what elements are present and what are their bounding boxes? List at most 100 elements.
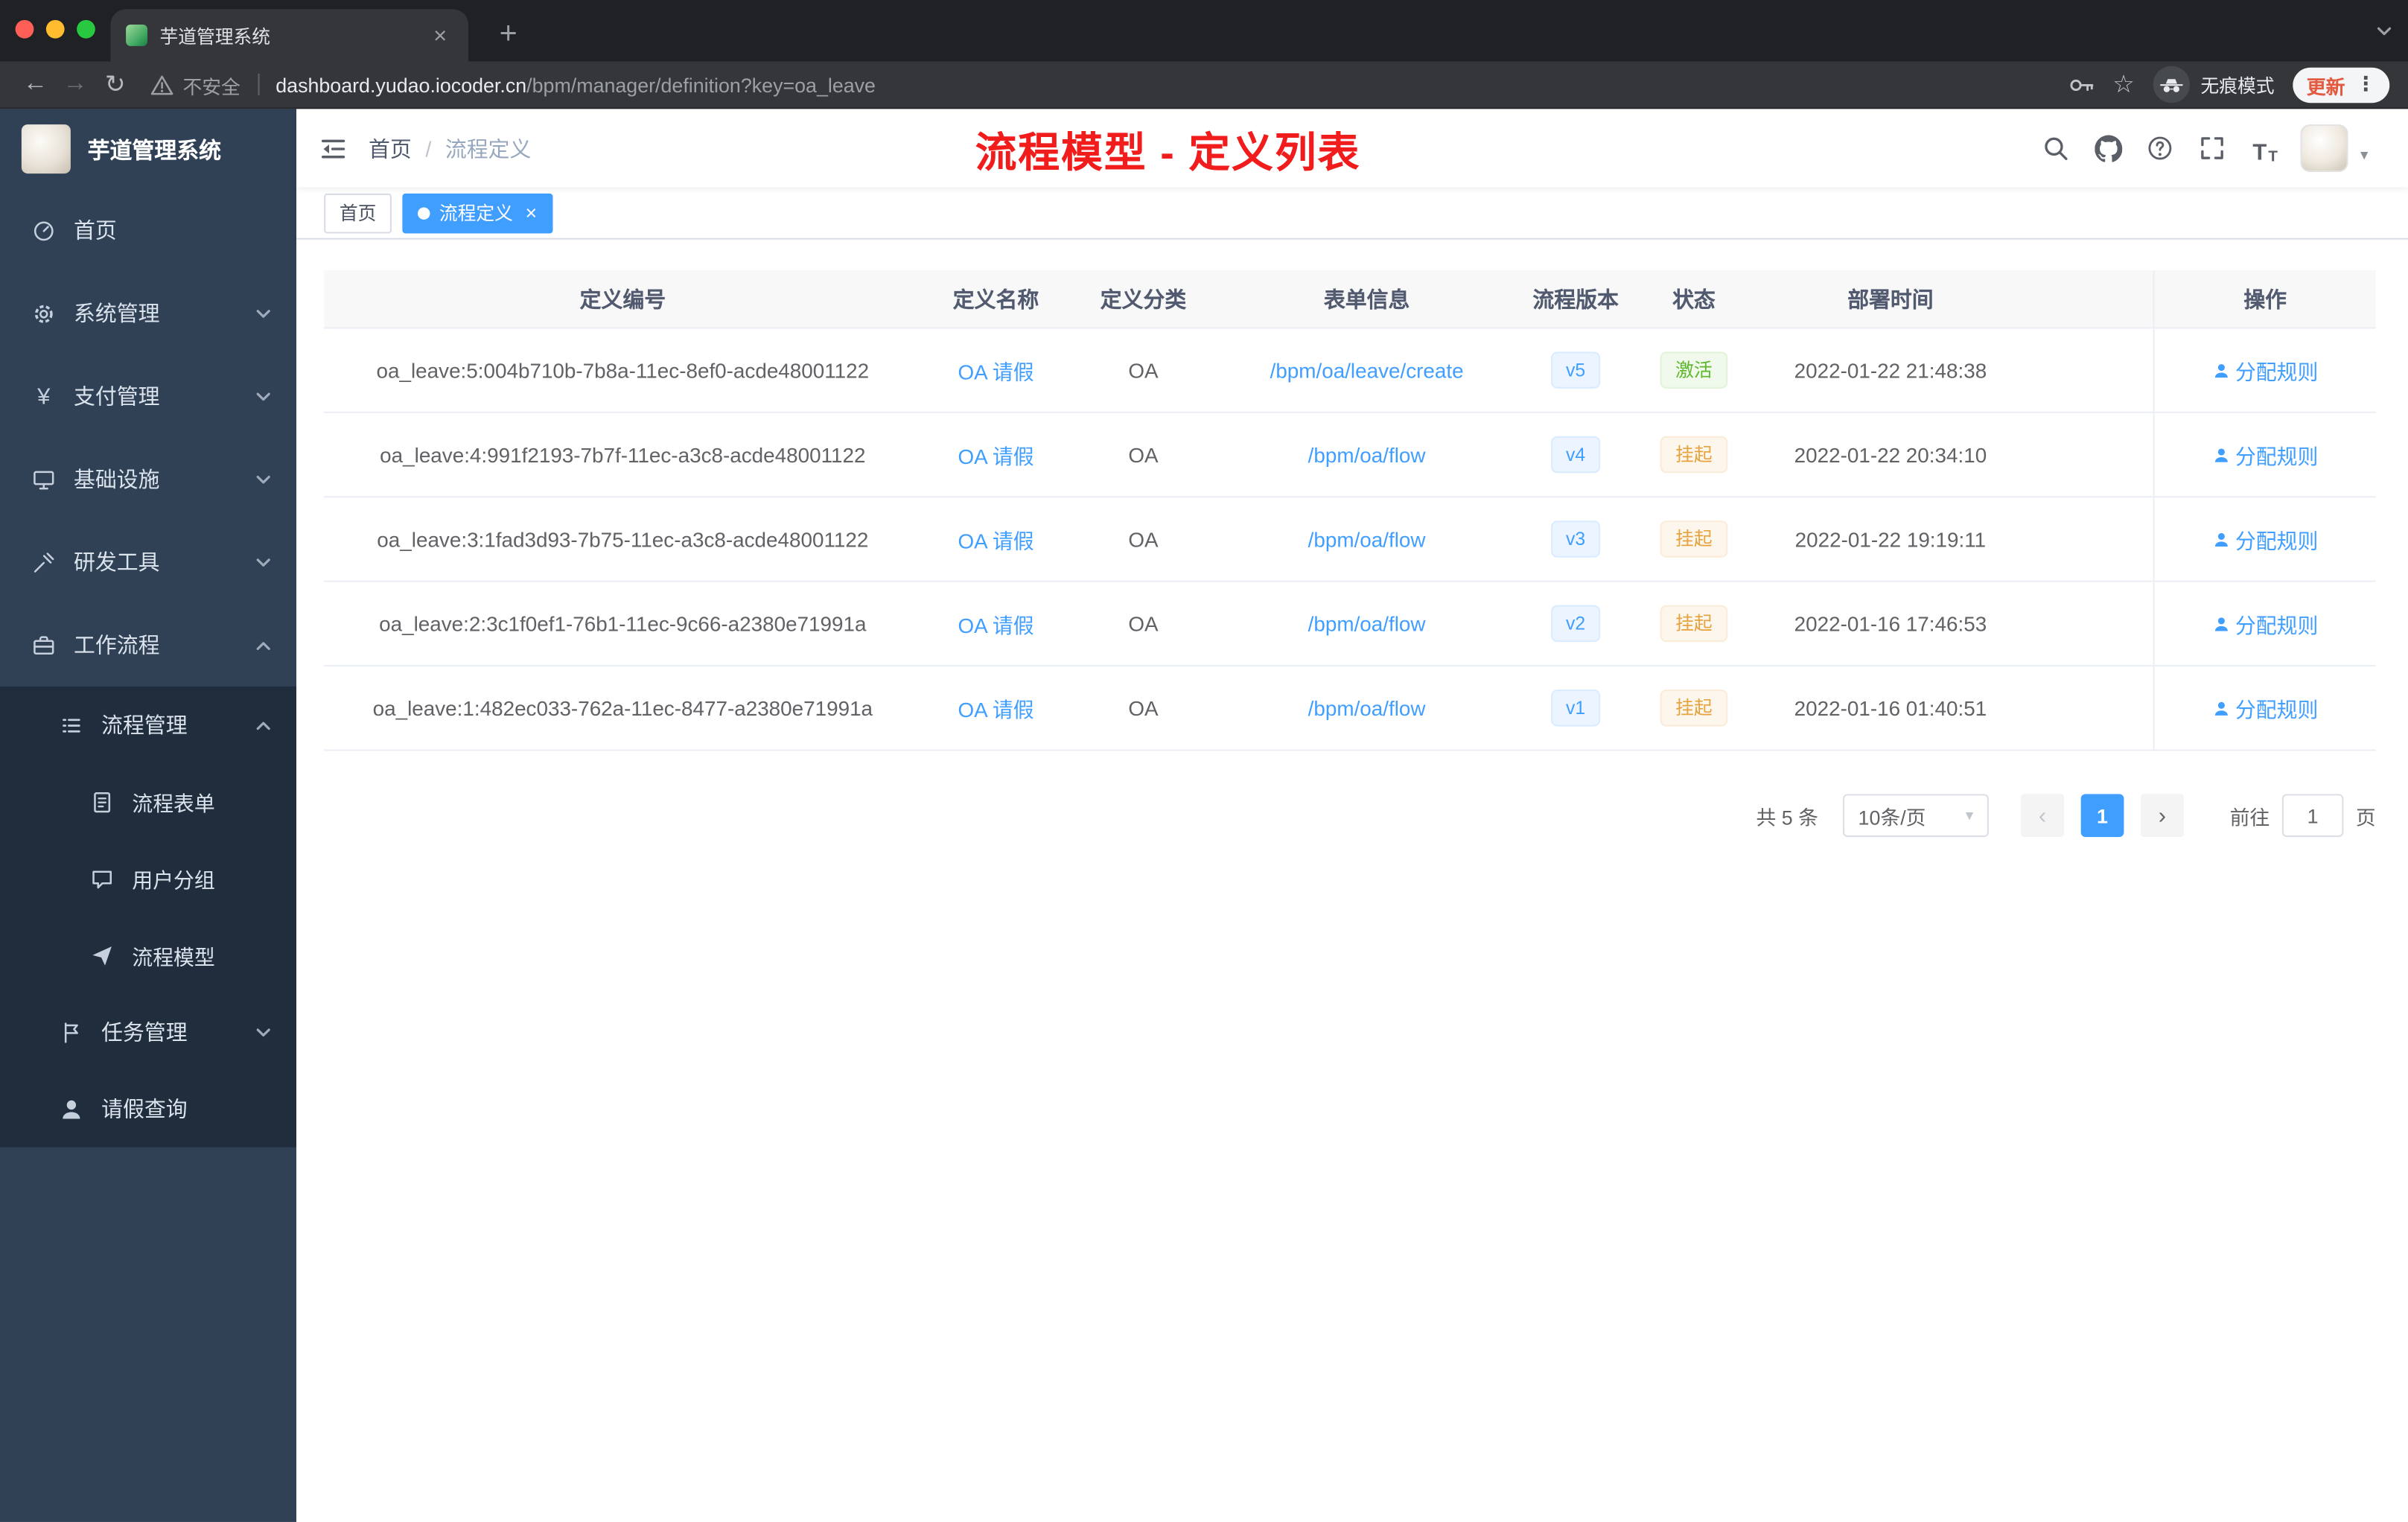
forward-button[interactable]: → bbox=[55, 66, 95, 104]
definition-name-link[interactable]: OA 请假 bbox=[958, 692, 1033, 723]
sidebar: 芋道管理系统 首页 系统管理 ¥ 支付管理 基础设施 研发工具 工作流程 流程管… bbox=[0, 109, 297, 1522]
address-toolbar: ← → ↻ 不安全 dashboard.yudao.iocoder.cn/bpm… bbox=[0, 61, 2408, 109]
col-deploy-time: 部署时间 bbox=[1847, 286, 1934, 311]
reload-button[interactable]: ↻ bbox=[95, 66, 136, 104]
assign-rule-link[interactable]: 分配规则 bbox=[2212, 354, 2318, 385]
chevron-down-icon bbox=[255, 471, 272, 488]
sidebar-item-task-management[interactable]: 任务管理 bbox=[0, 993, 296, 1070]
col-form-info: 表单信息 bbox=[1323, 286, 1410, 311]
definition-id-cell: oa_leave:2:3c1f0ef1-76b1-11ec-9c66-a2380… bbox=[379, 611, 867, 635]
form-link[interactable]: /bpm/oa/leave/create bbox=[1270, 359, 1464, 382]
help-icon[interactable] bbox=[2144, 131, 2177, 165]
incognito-icon bbox=[2153, 66, 2191, 104]
security-label[interactable]: 不安全 bbox=[182, 70, 240, 99]
close-window-button[interactable] bbox=[15, 19, 34, 39]
status-cell: 挂起 bbox=[1634, 413, 1754, 496]
assign-rule-link[interactable]: 分配规则 bbox=[2212, 523, 2318, 554]
sidebar-item-process-form[interactable]: 流程表单 bbox=[0, 763, 296, 840]
sidebar-submenu-workflow: 流程管理 流程表单 用户分组 流程模型 任务管理 请假查询 bbox=[0, 686, 297, 1147]
tab-close-icon[interactable]: × bbox=[427, 21, 453, 50]
sidebar-item-process-management[interactable]: 流程管理 bbox=[0, 687, 296, 763]
zoom-window-button[interactable] bbox=[77, 19, 95, 39]
site-favicon-icon bbox=[126, 25, 147, 46]
assign-rule-link[interactable]: 分配规则 bbox=[2212, 608, 2318, 639]
form-link[interactable]: /bpm/oa/flow bbox=[1308, 696, 1426, 719]
next-page-button[interactable]: › bbox=[2141, 794, 2184, 838]
table-row: oa_leave:5:004b710b-7b8a-11ec-8ef0-acde4… bbox=[324, 328, 2376, 413]
navbar-actions: TT ▾ bbox=[2039, 124, 2408, 172]
current-page-button[interactable]: 1 bbox=[2080, 794, 2124, 838]
browser-tab[interactable]: 芋道管理系统 × bbox=[110, 9, 469, 62]
col-filler bbox=[2028, 270, 2153, 327]
tag-close-icon[interactable]: × bbox=[525, 203, 537, 223]
tag-home[interactable]: 首页 bbox=[324, 192, 392, 233]
definition-id-cell: oa_leave:4:991f2193-7b7f-11ec-a3c8-acde4… bbox=[380, 443, 866, 466]
app-logo-image bbox=[21, 124, 71, 174]
definition-name-link[interactable]: OA 请假 bbox=[958, 354, 1033, 385]
status-badge: 挂起 bbox=[1660, 436, 1728, 474]
sidebar-item-process-model[interactable]: 流程模型 bbox=[0, 917, 296, 993]
form-link[interactable]: /bpm/oa/flow bbox=[1308, 527, 1426, 550]
page-size-select[interactable]: 10条/页 ▾ bbox=[1842, 794, 1989, 838]
sidebar-item-infrastructure[interactable]: 基础设施 bbox=[0, 438, 296, 520]
macos-traffic-lights bbox=[15, 19, 95, 39]
url-path: /bpm/manager/definition?key=oa_leave bbox=[526, 72, 876, 96]
definition-name-link[interactable]: OA 请假 bbox=[958, 608, 1033, 639]
app-title: 芋道管理系统 bbox=[87, 138, 221, 164]
sidebar-item-devtools[interactable]: 研发工具 bbox=[0, 520, 296, 603]
table-row: oa_leave:3:1fad3d93-7b75-11ec-a3c8-acde4… bbox=[324, 497, 2376, 582]
sidebar-item-system[interactable]: 系统管理 bbox=[0, 272, 296, 354]
assign-rule-link[interactable]: 分配规则 bbox=[2212, 692, 2318, 723]
github-icon[interactable] bbox=[2092, 131, 2125, 165]
page-url[interactable]: dashboard.yudao.iocoder.cn/bpm/manager/d… bbox=[275, 73, 876, 96]
actions-cell: 分配规则 bbox=[2153, 666, 2376, 750]
avatar-caret-icon[interactable]: ▾ bbox=[2360, 147, 2368, 165]
fullscreen-icon[interactable] bbox=[2196, 131, 2229, 165]
sidebar-logo[interactable]: 芋道管理系统 bbox=[0, 109, 296, 188]
version-cell: v5 bbox=[1517, 328, 1634, 411]
minimize-window-button[interactable] bbox=[45, 19, 65, 39]
breadcrumb: 首页 / 流程定义 bbox=[369, 133, 531, 163]
sidebar-item-home[interactable]: 首页 bbox=[0, 189, 296, 272]
search-icon[interactable] bbox=[2039, 131, 2073, 165]
form-link[interactable]: /bpm/oa/flow bbox=[1308, 612, 1426, 635]
sidebar-item-payment[interactable]: ¥ 支付管理 bbox=[0, 354, 296, 437]
status-cell: 激活 bbox=[1634, 328, 1754, 411]
browser-menu-icon[interactable]: ⋮ bbox=[2356, 72, 2376, 97]
tag-label: 首页 bbox=[339, 203, 377, 225]
definition-name-cell: OA 请假 bbox=[922, 413, 1071, 496]
definition-name-link[interactable]: OA 请假 bbox=[958, 439, 1033, 470]
form-link[interactable]: /bpm/oa/flow bbox=[1308, 443, 1426, 466]
status-badge: 激活 bbox=[1660, 351, 1728, 389]
user-avatar[interactable] bbox=[2300, 124, 2348, 172]
version-badge: v3 bbox=[1550, 520, 1601, 558]
back-button[interactable]: ← bbox=[16, 66, 56, 104]
tools-icon bbox=[31, 550, 57, 573]
form-info-cell: /bpm/oa/flow bbox=[1217, 413, 1517, 496]
address-bar[interactable]: 不安全 dashboard.yudao.iocoder.cn/bpm/manag… bbox=[150, 70, 876, 99]
tab-overflow-chevron-icon[interactable] bbox=[2376, 23, 2393, 40]
chrome-update-button[interactable]: 更新 ⋮ bbox=[2293, 66, 2390, 103]
assign-rule-link[interactable]: 分配规则 bbox=[2212, 439, 2318, 470]
font-size-icon[interactable]: TT bbox=[2248, 131, 2281, 165]
key-icon[interactable] bbox=[2068, 71, 2094, 98]
definition-name-link[interactable]: OA 请假 bbox=[958, 523, 1033, 554]
form-info-cell: /bpm/oa/flow bbox=[1217, 582, 1517, 665]
bookmark-star-icon[interactable]: ☆ bbox=[2112, 69, 2135, 100]
sidebar-item-leave-query[interactable]: 请假查询 bbox=[0, 1071, 296, 1147]
form-info-cell: /bpm/oa/flow bbox=[1217, 666, 1517, 749]
breadcrumb-home[interactable]: 首页 bbox=[369, 133, 412, 163]
user-group-icon bbox=[89, 867, 115, 890]
version-cell: v1 bbox=[1517, 666, 1634, 749]
sidebar-item-label: 流程表单 bbox=[132, 792, 215, 816]
sidebar-item-label: 流程管理 bbox=[101, 713, 188, 737]
dashboard-icon bbox=[31, 219, 57, 242]
prev-page-button[interactable]: ‹ bbox=[2021, 794, 2064, 838]
tag-process-definition[interactable]: 流程定义 × bbox=[402, 192, 552, 233]
hamburger-icon[interactable] bbox=[296, 109, 369, 187]
new-tab-button[interactable]: + bbox=[485, 10, 532, 57]
goto-page-input[interactable] bbox=[2281, 794, 2344, 838]
sidebar-item-user-group[interactable]: 用户分组 bbox=[0, 840, 296, 917]
sidebar-item-workflow[interactable]: 工作流程 bbox=[0, 604, 296, 687]
app-shell: 芋道管理系统 首页 系统管理 ¥ 支付管理 基础设施 研发工具 工作流程 流程管… bbox=[0, 109, 2408, 1522]
